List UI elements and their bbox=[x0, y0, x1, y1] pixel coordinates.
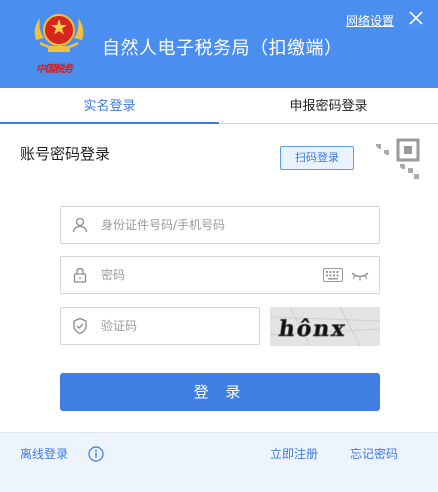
captcha-text: hônx bbox=[277, 316, 348, 342]
register-link[interactable]: 立即注册 bbox=[270, 445, 318, 462]
captcha-image[interactable]: hônx bbox=[270, 307, 380, 346]
network-settings-link[interactable]: 网络设置 bbox=[346, 12, 394, 29]
tab-realname-login[interactable]: 实名登录 bbox=[0, 88, 219, 124]
code-field bbox=[60, 307, 260, 345]
code-input[interactable] bbox=[101, 308, 251, 344]
info-icon[interactable] bbox=[88, 446, 104, 462]
emblem-text: 中国税务 bbox=[36, 64, 73, 75]
tab-declare-password-login[interactable]: 申报密码登录 bbox=[219, 88, 438, 124]
close-icon[interactable] bbox=[408, 10, 424, 26]
eye-closed-icon[interactable] bbox=[351, 268, 369, 282]
section-title: 账号密码登录 bbox=[20, 145, 111, 163]
password-input[interactable] bbox=[101, 257, 331, 293]
shield-icon bbox=[73, 317, 87, 335]
id-field bbox=[60, 206, 380, 244]
qr-code-icon[interactable] bbox=[362, 134, 438, 200]
keyboard-icon[interactable] bbox=[323, 268, 343, 282]
app-title: 自然人电子税务局（扣缴端） bbox=[102, 38, 343, 59]
login-button[interactable]: 登 录 bbox=[60, 373, 380, 411]
password-field bbox=[60, 256, 380, 294]
user-icon bbox=[72, 217, 88, 233]
lock-icon bbox=[73, 267, 87, 283]
header-bar: 中国税务 自然人电子税务局（扣缴端） 网络设置 bbox=[0, 0, 438, 88]
forgot-password-link[interactable]: 忘记密码 bbox=[350, 445, 398, 462]
login-tabs: 实名登录 申报密码登录 bbox=[0, 88, 438, 124]
footer-bar: 离线登录 立即注册 忘记密码 bbox=[0, 432, 438, 492]
emblem-icon bbox=[34, 14, 84, 52]
offline-login-link[interactable]: 离线登录 bbox=[20, 445, 68, 462]
id-input[interactable] bbox=[101, 207, 331, 243]
scan-login-button[interactable]: 扫码登录 bbox=[280, 146, 354, 170]
